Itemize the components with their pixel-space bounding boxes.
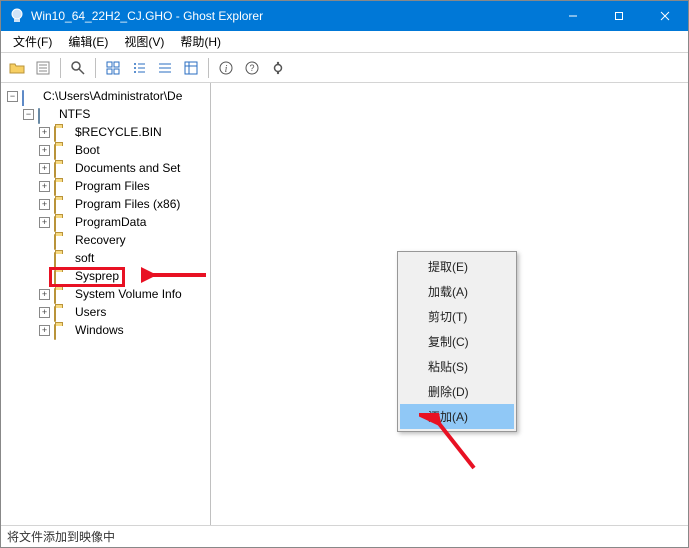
help-icon[interactable]: ? [240, 56, 264, 80]
tree-item-label: Documents and Set [73, 159, 182, 177]
tree-disk-label: NTFS [57, 105, 92, 123]
tree-item-label: soft [73, 249, 96, 267]
tree-item[interactable]: + System Volume Info [5, 285, 210, 303]
drive-icon [38, 107, 54, 121]
tree-item-label: Recovery [73, 231, 128, 249]
ghost-file-icon [22, 89, 38, 103]
folder-icon [54, 197, 70, 211]
expander-icon[interactable]: + [39, 127, 50, 138]
tree-item-label: Sysprep [73, 267, 121, 285]
tree-item[interactable]: + $RECYCLE.BIN [5, 123, 210, 141]
folder-icon [54, 323, 70, 337]
expander-icon[interactable]: + [39, 181, 50, 192]
view-small-icon[interactable] [127, 56, 151, 80]
tree-item[interactable]: soft [5, 249, 210, 267]
expander-icon[interactable]: + [39, 325, 50, 336]
folder-icon [54, 305, 70, 319]
folder-icon [54, 179, 70, 193]
svg-text:?: ? [249, 63, 254, 73]
view-large-icon[interactable] [101, 56, 125, 80]
maximize-button[interactable] [596, 1, 642, 31]
tree-item[interactable]: + ProgramData [5, 213, 210, 231]
expander-icon [39, 253, 50, 264]
context-menu-item[interactable]: 提取(E) [400, 254, 514, 279]
folder-icon [54, 269, 70, 283]
expander-icon[interactable]: + [39, 163, 50, 174]
app-icon [9, 8, 25, 24]
context-menu-item[interactable]: 粘贴(S) [400, 354, 514, 379]
tree-item[interactable]: + Boot [5, 141, 210, 159]
folder-icon [54, 251, 70, 265]
info-icon[interactable]: i [214, 56, 238, 80]
tree-item-label: Users [73, 303, 108, 321]
tree-view: − C:\Users\Administrator\De − NTFS + $REC… [5, 87, 210, 339]
menu-edit[interactable]: 编辑(E) [60, 31, 116, 52]
tree-item[interactable]: + Windows [5, 321, 210, 339]
toolbar: i ? [1, 53, 688, 83]
folder-icon [54, 143, 70, 157]
svg-text:i: i [225, 64, 228, 75]
expander-icon [39, 235, 50, 246]
tree-disk[interactable]: − NTFS [5, 105, 210, 123]
expander-icon[interactable]: − [23, 109, 34, 120]
view-details-icon[interactable] [179, 56, 203, 80]
tree-item[interactable]: + Program Files (x86) [5, 195, 210, 213]
folder-icon [54, 287, 70, 301]
tree-pane[interactable]: − C:\Users\Administrator\De − NTFS + $REC… [1, 83, 211, 525]
context-menu-item[interactable]: 复制(C) [400, 329, 514, 354]
tree-item[interactable]: Recovery [5, 231, 210, 249]
tree-item[interactable]: + Program Files [5, 177, 210, 195]
context-menu-item[interactable]: 剪切(T) [400, 304, 514, 329]
close-button[interactable] [642, 1, 688, 31]
menu-file[interactable]: 文件(F) [5, 31, 60, 52]
tree-item-label: ProgramData [73, 213, 148, 231]
tree-item[interactable]: + Users [5, 303, 210, 321]
menu-help[interactable]: 帮助(H) [172, 31, 229, 52]
expander-icon [39, 271, 50, 282]
tree-item-label: Boot [73, 141, 102, 159]
tree-item-label: System Volume Info [73, 285, 184, 303]
tree-root-label: C:\Users\Administrator\De [41, 87, 184, 105]
context-menu-item[interactable]: 添加(A) [400, 404, 514, 429]
expander-icon[interactable]: + [39, 199, 50, 210]
expander-icon[interactable]: + [39, 145, 50, 156]
context-menu-item[interactable]: 加载(A) [400, 279, 514, 304]
minimize-button[interactable] [550, 1, 596, 31]
window-title: Win10_64_22H2_CJ.GHO - Ghost Explorer [31, 9, 550, 23]
tree-item-label: $RECYCLE.BIN [73, 123, 164, 141]
status-text: 将文件添加到映像中 [7, 528, 115, 545]
view-list-icon[interactable] [153, 56, 177, 80]
properties-icon[interactable] [31, 56, 55, 80]
expander-icon[interactable]: − [7, 91, 18, 102]
refresh-icon[interactable] [266, 56, 290, 80]
tree-item-label: Windows [73, 321, 126, 339]
expander-icon[interactable]: + [39, 307, 50, 318]
statusbar: 将文件添加到映像中 [1, 525, 688, 547]
folder-icon [54, 161, 70, 175]
folder-icon [54, 233, 70, 247]
tree-root[interactable]: − C:\Users\Administrator\De [5, 87, 210, 105]
tree-item[interactable]: + Documents and Set [5, 159, 210, 177]
open-icon[interactable] [5, 56, 29, 80]
expander-icon[interactable]: + [39, 289, 50, 300]
titlebar: Win10_64_22H2_CJ.GHO - Ghost Explorer [1, 1, 688, 31]
tree-item[interactable]: Sysprep [5, 267, 210, 285]
folder-icon [54, 215, 70, 229]
window-controls [550, 1, 688, 31]
tree-item-label: Program Files (x86) [73, 195, 182, 213]
expander-icon[interactable]: + [39, 217, 50, 228]
menubar: 文件(F) 编辑(E) 视图(V) 帮助(H) [1, 31, 688, 53]
search-icon[interactable] [66, 56, 90, 80]
folder-icon [54, 125, 70, 139]
menu-view[interactable]: 视图(V) [116, 31, 172, 52]
content-pane[interactable]: 提取(E)加载(A)剪切(T)复制(C)粘贴(S)删除(D)添加(A) [211, 83, 688, 525]
context-menu-item[interactable]: 删除(D) [400, 379, 514, 404]
context-menu: 提取(E)加载(A)剪切(T)复制(C)粘贴(S)删除(D)添加(A) [397, 251, 517, 432]
tree-item-label: Program Files [73, 177, 152, 195]
